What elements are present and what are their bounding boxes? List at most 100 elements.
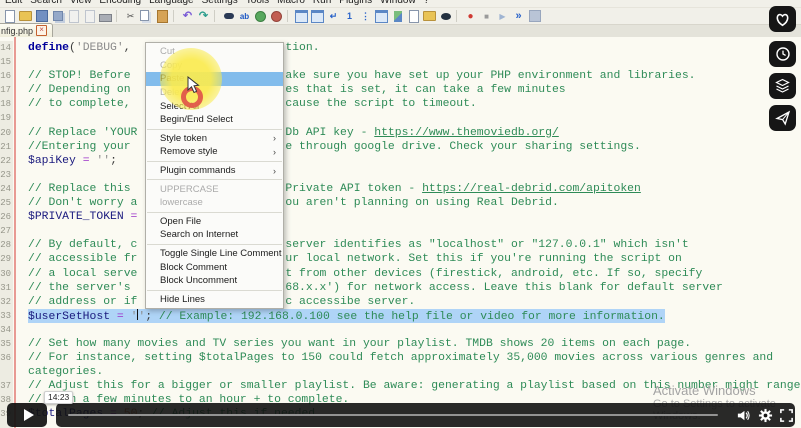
menu-item-search[interactable]: Search <box>26 0 66 7</box>
context-menu-item-plugin-commands[interactable]: Plugin commands› <box>146 164 283 178</box>
copy-icon[interactable] <box>140 10 153 23</box>
code-line: // For instance, setting $totalPages to … <box>0 351 801 365</box>
save-all-icon[interactable] <box>51 10 64 23</box>
print-icon[interactable] <box>99 10 112 23</box>
layers-icon <box>774 78 791 94</box>
menu-item-tools[interactable]: Tools <box>242 0 273 7</box>
toolbar: ✂ ↶↷ ab ↵1⋮ ●■▶» <box>0 7 801 24</box>
code-line: // By default, cserver identifies as "lo… <box>0 238 801 252</box>
word-wrap-icon[interactable]: ↵ <box>327 10 340 23</box>
code-text: $apiKey = ''; <box>28 154 117 168</box>
activate-windows-watermark: Activate Windows <box>653 383 756 398</box>
code-text: // Replace this Private API token - http… <box>28 182 641 196</box>
replace-icon[interactable]: ab <box>238 10 251 23</box>
context-menu-separator <box>147 212 282 213</box>
code-text: $PRIVATE_TOKEN = <box>28 210 137 224</box>
function-list-icon[interactable] <box>375 10 388 23</box>
record-macro-icon[interactable]: ● <box>464 10 477 23</box>
document-list-icon[interactable] <box>407 10 420 23</box>
menu-item-window[interactable]: Window <box>376 0 420 7</box>
context-menu-item-select-all[interactable]: Select All <box>146 99 283 113</box>
share-button[interactable] <box>769 105 796 131</box>
code-text: // STOP! Before ake sure you have set up… <box>28 69 696 83</box>
volume-icon[interactable] <box>736 408 751 423</box>
code-line: // STOP! Before ake sure you have set up… <box>0 69 801 83</box>
menu-item-plugins[interactable]: Plugins <box>335 0 376 7</box>
close-all-icon[interactable] <box>83 10 96 23</box>
context-menu-item-toggle-single-line-comment[interactable]: Toggle Single Line Comment <box>146 247 283 261</box>
context-menu-item-label: Style token <box>160 133 207 144</box>
code-text: // accessible frur local network. Set th… <box>28 252 682 266</box>
folder-workspace-icon[interactable] <box>423 10 436 23</box>
context-menu-item-label: Begin/End Select <box>160 114 233 125</box>
watch-later-button[interactable] <box>769 41 796 67</box>
code-text: // Replace 'YOURDb API key - https://www… <box>28 126 559 140</box>
zoom-out-icon[interactable] <box>270 10 283 23</box>
editor-area[interactable]: 1415161718192021222324252627282930313233… <box>0 37 801 428</box>
mouse-cursor-icon <box>187 76 200 94</box>
context-menu-item-block-uncomment[interactable]: Block Uncomment <box>146 274 283 288</box>
zoom-in-icon[interactable] <box>254 10 267 23</box>
menu-item-edit[interactable]: Edit <box>1 0 26 7</box>
code-line: //Entering your e through google drive. … <box>0 140 801 154</box>
tab-bar: nfig.php × <box>0 24 801 38</box>
stop-macro-icon[interactable]: ■ <box>480 10 493 23</box>
fullscreen-icon[interactable] <box>779 408 794 423</box>
submenu-arrow-icon: › <box>273 133 276 143</box>
code-text: // By default, cserver identifies as "lo… <box>28 238 689 252</box>
menu-item-encoding[interactable]: Encoding <box>95 0 145 7</box>
find-icon[interactable] <box>222 10 235 23</box>
open-folder-icon[interactable] <box>19 10 32 23</box>
context-menu-item-label: Remove style <box>160 146 218 157</box>
sync-vertical-icon[interactable] <box>295 10 308 23</box>
context-menu-item-open-file[interactable]: Open File <box>146 215 283 229</box>
context-menu-item-style-token[interactable]: Style token › <box>146 132 283 146</box>
code-line <box>0 323 801 337</box>
code-line: // to complete, cause the script to time… <box>0 97 801 111</box>
context-menu-item-search-on-internet[interactable]: Search on Internet <box>146 228 283 242</box>
close-document-icon[interactable] <box>67 10 80 23</box>
save-macro-icon[interactable] <box>528 10 541 23</box>
context-menu-item-label: Hide Lines <box>160 294 205 305</box>
menu-item-macro[interactable]: Macro <box>273 0 309 7</box>
save-icon[interactable] <box>35 10 48 23</box>
play-macro-icon[interactable]: ▶ <box>496 10 509 23</box>
context-menu-item-remove-style[interactable]: Remove style› <box>146 145 283 159</box>
play-icon <box>24 409 34 421</box>
menu-item-view[interactable]: View <box>66 0 96 7</box>
submenu-arrow-icon: › <box>273 166 276 176</box>
redo-icon[interactable]: ↷ <box>197 10 210 23</box>
code-content: define('DEBUG', tion.// STOP! Before ake… <box>0 41 801 422</box>
menu-item-run[interactable]: Run <box>309 0 335 7</box>
show-symbols-icon[interactable]: 1 <box>343 10 356 23</box>
playlist-button[interactable] <box>769 73 796 99</box>
context-menu-separator <box>147 244 282 245</box>
context-menu-item-begin-end-select[interactable]: Begin/End Select <box>146 113 283 127</box>
monitor-icon[interactable] <box>439 10 452 23</box>
run-macro-multiple-icon[interactable]: » <box>512 10 525 23</box>
context-menu-item-cut: Cut <box>146 45 283 59</box>
tab-close-icon[interactable]: × <box>36 25 47 36</box>
code-line: // a local servet from other devices (fi… <box>0 267 801 281</box>
menu-item-language[interactable]: Language <box>145 0 198 7</box>
new-file-icon[interactable] <box>3 10 16 23</box>
menu-item-settings[interactable]: Settings <box>198 0 242 7</box>
code-line <box>0 168 801 182</box>
undo-icon[interactable]: ↶ <box>181 10 194 23</box>
context-menu-item-block-comment[interactable]: Block Comment <box>146 260 283 274</box>
document-map-icon[interactable] <box>391 10 404 23</box>
code-line: // Set how many movies and TV series you… <box>0 337 801 351</box>
play-button[interactable] <box>7 403 47 427</box>
indent-guide-icon[interactable]: ⋮ <box>359 10 372 23</box>
menu-item-help[interactable]: ? <box>420 0 434 7</box>
context-menu-item-label: Toggle Single Line Comment <box>160 248 281 259</box>
context-menu-item-hide-lines[interactable]: Hide Lines <box>146 293 283 307</box>
timeline-slider[interactable] <box>68 414 718 417</box>
favorite-button[interactable] <box>769 6 796 32</box>
sync-horizontal-icon[interactable] <box>311 10 324 23</box>
cut-icon[interactable]: ✂ <box>124 10 137 23</box>
code-text: // Depending on es that is set, it can t… <box>28 83 566 97</box>
paste-icon[interactable] <box>156 10 169 23</box>
settings-gear-icon[interactable] <box>758 408 773 423</box>
tab-config-php[interactable]: nfig.php × <box>0 23 53 37</box>
